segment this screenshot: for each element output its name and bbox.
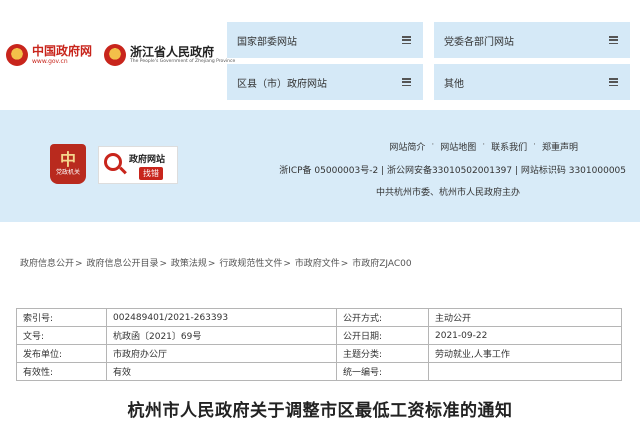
footer-link-about[interactable]: 网站简介 [389,140,425,153]
zhejiang-gov-subtitle: The People's Government of Zhejiang Prov… [130,58,236,64]
nav-other-label: 其他 [444,78,464,90]
footer-link-sitemap[interactable]: 网站地图 [440,140,476,153]
meta-key: 公开日期: [336,326,429,345]
document-title: 杭州市人民政府关于调整市区最低工资标准的通知 [127,401,513,421]
footer-link-separator: · [533,140,536,150]
meta-value: 主动公开 [428,308,622,327]
meta-key: 主题分类: [336,344,429,363]
icp-record: 浙ICP备 05000003号-2 | 浙公网安备33010502001397 … [279,166,626,176]
party-government-badge[interactable]: 中 党政机关 [50,144,86,184]
gov-cn-logo[interactable]: 中国政府网 www.gov.cn [6,44,92,66]
meta-value [428,362,622,381]
breadcrumb-separator: > [75,259,83,269]
national-emblem-icon [6,44,28,66]
zhejiang-gov-title: 浙江省人民政府 [130,44,215,59]
menu-icon [609,78,618,86]
breadcrumb-item[interactable]: 政府信息公开 [20,259,74,269]
menu-icon [402,36,411,44]
table-row: 文号: 杭政函〔2021〕69号 公开日期: 2021-09-22 [16,326,622,345]
sponsor-line: 中共杭州市委、杭州市人民政府主办 [375,188,520,198]
nav-party-departments[interactable]: 党委各部门网站 [434,22,630,58]
footer-link-separator: · [431,140,435,150]
zhejiang-gov-logo[interactable]: 浙江省人民政府 The People's Government of Zheji… [104,44,235,66]
menu-icon [609,36,618,44]
meta-key: 发布单位: [16,344,107,363]
breadcrumb-separator: > [283,259,291,269]
breadcrumb-item[interactable]: 市政府ZJAC00 [352,259,411,269]
meta-value: 杭政函〔2021〕69号 [106,326,337,345]
footer-link-separator: · [482,140,486,150]
nav-ministries[interactable]: 国家部委网站 [227,22,423,58]
top-header: 中国政府网 www.gov.cn 浙江省人民政府 The People's Go… [0,0,640,110]
breadcrumb-separator: > [159,259,167,269]
breadcrumb-separator: > [207,259,216,269]
document-metadata-table: 索引号: 002489401/2021-263393 公开方式: 主动公开 文号… [16,308,622,381]
breadcrumb-item[interactable]: 市政府文件 [295,259,340,269]
meta-key: 文号: [16,326,107,345]
nav-district-governments-label: 区县（市）政府网站 [237,78,327,90]
site-footer: 中 党政机关 政府网站 找错 网站简介 · 网站地图 · 联系我们 · 郑重声明… [0,110,640,222]
table-row: 有效性: 有效 统一编号: [16,362,622,381]
breadcrumb-item[interactable]: 政策法规 [171,259,207,269]
table-row: 发布单位: 市政府办公厅 主题分类: 劳动就业,人事工作 [16,344,622,363]
report-badge-button: 找错 [139,167,163,180]
footer-link-disclaimer[interactable]: 郑重声明 [542,140,578,153]
footer-link-contact[interactable]: 联系我们 [491,140,527,153]
gov-cn-url: www.gov.cn [32,58,68,65]
nav-ministries-label: 国家部委网站 [237,36,297,48]
gov-cn-title: 中国政府网 [32,44,93,58]
meta-key: 公开方式: [336,308,429,327]
footer-links: 网站简介 · 网站地图 · 联系我们 · 郑重声明 [389,140,578,153]
breadcrumb-separator: > [340,259,349,269]
breadcrumb-item[interactable]: 行政规范性文件 [219,259,282,269]
meta-value: 2021-09-22 [428,326,622,345]
report-badge-title: 政府网站 [129,155,166,165]
national-emblem-icon [104,44,126,66]
meta-value: 劳动就业,人事工作 [428,344,622,363]
breadcrumb-item[interactable]: 政府信息公开目录 [86,259,158,269]
meta-key: 统一编号: [336,362,429,381]
meta-value: 市政府办公厅 [106,344,337,363]
meta-value: 有效 [106,362,337,381]
party-badge-label: 党政机关 [55,169,80,176]
magnifier-icon [104,153,122,171]
menu-icon [402,78,411,86]
meta-key: 有效性: [16,362,107,381]
report-error-badge[interactable]: 政府网站 找错 [98,146,178,184]
meta-value: 002489401/2021-263393 [106,308,337,327]
nav-other[interactable]: 其他 [434,64,630,100]
nav-party-departments-label: 党委各部门网站 [444,36,514,48]
breadcrumb: 政府信息公开> 政府信息公开目录> 政策法规> 行政规范性文件> 市政府文件> … [20,256,413,269]
table-row: 索引号: 002489401/2021-263393 公开方式: 主动公开 [16,308,622,327]
meta-key: 索引号: [16,308,107,327]
nav-district-governments[interactable]: 区县（市）政府网站 [227,64,423,100]
party-badge-glyph: 中 [59,150,76,169]
